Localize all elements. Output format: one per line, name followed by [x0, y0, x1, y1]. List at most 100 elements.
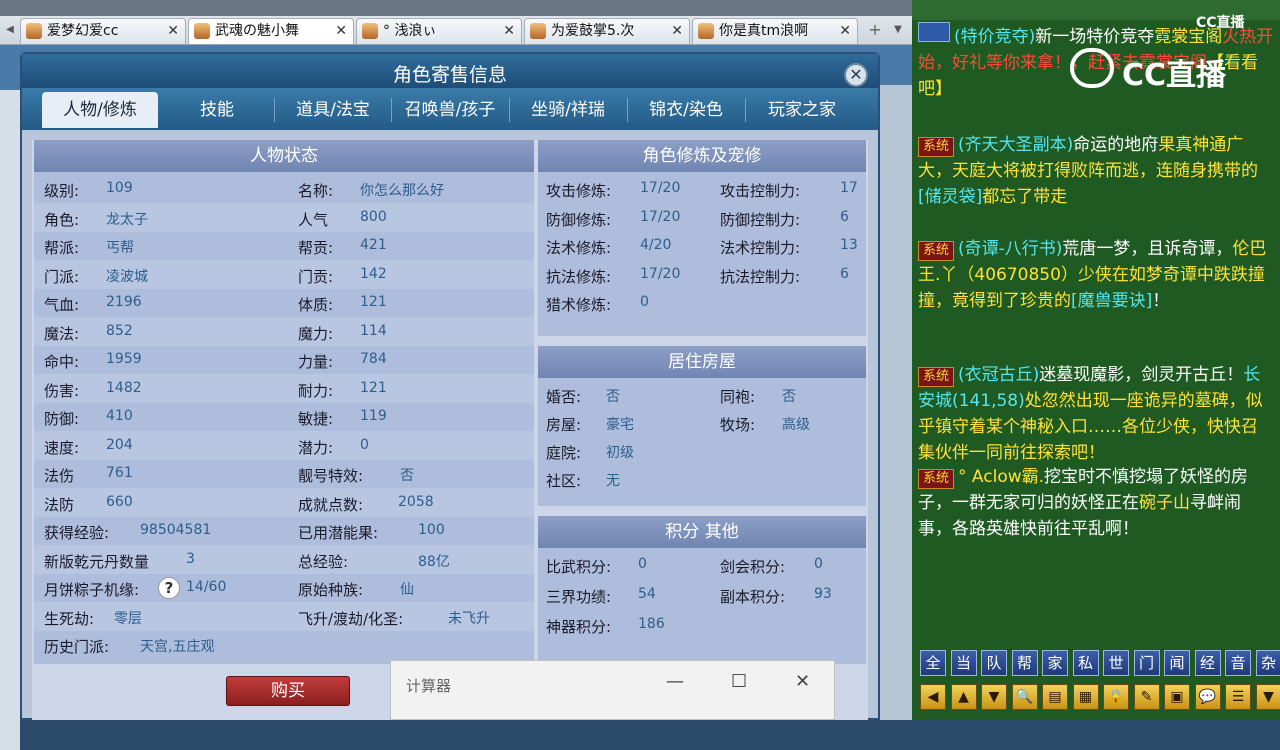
browser-tab-4[interactable]: 为爱鼓掌5.次 ✕ [524, 18, 690, 44]
info-value: 高级 [782, 414, 810, 434]
maximize-icon[interactable]: ☐ [731, 671, 747, 692]
chat-message: 系统° Aclow霸.挖宝时不慎挖塌了妖怪的房子，一群无家可归的妖怪正在碗子山寻… [918, 464, 1274, 542]
status-label: 气血: [44, 294, 79, 315]
info-label: 法术修炼: [546, 237, 611, 258]
tab-scroll-left-icon[interactable]: ◀ [2, 20, 18, 40]
dropdown-icon[interactable]: ▼ [1256, 684, 1280, 710]
chat-channel-button[interactable]: 门 [1134, 650, 1160, 676]
status-label: 敏捷: [298, 408, 333, 429]
status-value: 你怎么那么好 [360, 180, 444, 200]
chat-channel-button[interactable]: 当 [951, 650, 977, 676]
status-label: 级别: [44, 180, 79, 201]
status-value: 114 [360, 323, 387, 339]
chat-channel-button[interactable]: 闻 [1164, 650, 1190, 676]
chat-text: 新一场特价竞夺 [1035, 27, 1154, 47]
grid-icon[interactable]: ▦ [1073, 684, 1099, 710]
chat-channel-button[interactable]: 经 [1195, 650, 1221, 676]
cc-logo-icon [1070, 48, 1114, 88]
status-value: 88亿 [418, 551, 450, 571]
tab-list-dropdown-icon[interactable]: ▼ [890, 20, 906, 40]
tab-pets-children[interactable]: 召唤兽/孩子 [392, 92, 508, 128]
info-label: 牧场: [720, 414, 755, 435]
info-value: 6 [840, 209, 849, 225]
tab-close-icon[interactable]: ✕ [671, 19, 683, 43]
dialog-close-icon[interactable]: ✕ [844, 63, 868, 87]
arrow-up-icon[interactable]: ▲ [951, 684, 977, 710]
tab-separator [274, 98, 275, 122]
tab-close-icon[interactable]: ✕ [335, 19, 347, 43]
browser-tab-3[interactable]: ° 浅浪ぃ ✕ [356, 18, 522, 44]
chat-text: 命运的地府 [1073, 135, 1158, 155]
status-value: 未飞升 [448, 608, 490, 628]
info-value: 17/20 [640, 209, 680, 225]
chat-message: 系统(齐天大圣副本)命运的地府果真神通广大，天庭大将被打得败阵而逃，连随身携带的… [918, 132, 1274, 210]
help-icon[interactable]: ? [158, 577, 180, 599]
status-label: 伤害: [44, 380, 79, 401]
calculator-window[interactable]: 计算器 — ☐ ✕ [390, 660, 835, 720]
status-value: 零层 [114, 608, 142, 628]
arrow-down-icon[interactable]: ▼ [981, 684, 1007, 710]
tab-skills[interactable]: 技能 [162, 92, 272, 128]
tab-player-home[interactable]: 玩家之家 [746, 92, 858, 128]
chat-channel-button[interactable]: 队 [981, 650, 1007, 676]
browser-tab-5[interactable]: 你是真tm浪啊 ✕ [692, 18, 858, 44]
tab-character-cultivation[interactable]: 人物/修炼 [42, 92, 158, 128]
browser-tab-1[interactable]: 爱梦幻爱cc ✕ [20, 18, 186, 44]
status-value: 1959 [106, 351, 142, 367]
chat-channel-button[interactable]: 帮 [1012, 650, 1038, 676]
status-label: 法伤 [44, 465, 74, 486]
status-value: 109 [106, 180, 133, 196]
lock-icon[interactable]: 🔒 [1103, 684, 1129, 710]
chat-channel-button[interactable]: 全 [920, 650, 946, 676]
chat-message: 系统(衣冠古丘)迷墓现魔影，剑灵开古丘！长安城(141,58)处忽然出现一座诡异… [918, 362, 1274, 466]
status-value: 660 [106, 494, 133, 510]
info-value: 17/20 [640, 180, 680, 196]
tab-close-icon[interactable]: ✕ [167, 19, 179, 43]
tab-outfits-dye[interactable]: 锦衣/染色 [628, 92, 744, 128]
tab-close-icon[interactable]: ✕ [839, 19, 851, 43]
status-value: 98504581 [140, 522, 211, 538]
arrow-left-icon[interactable]: ◀ [920, 684, 946, 710]
chat-channel-button[interactable]: 私 [1073, 650, 1099, 676]
status-value: 0 [360, 437, 369, 453]
info-label: 庭院: [546, 442, 581, 463]
tab-favicon-icon [194, 23, 210, 39]
chat-channel-button[interactable]: 家 [1042, 650, 1068, 676]
browser-tab-label: 爱梦幻爱cc [47, 19, 118, 43]
info-value: 4/20 [640, 237, 671, 253]
bubble-icon[interactable]: 💬 [1195, 684, 1221, 710]
status-value: 3 [186, 551, 195, 567]
tab-items-treasures[interactable]: 道具/法宝 [276, 92, 390, 128]
chat-channel-button[interactable]: 杂 [1256, 650, 1280, 676]
status-label: 人气 [298, 209, 328, 230]
minimize-icon[interactable]: — [666, 671, 684, 692]
close-icon[interactable]: ✕ [795, 671, 810, 692]
status-label: 门贡: [298, 266, 333, 287]
tab-mounts[interactable]: 坐骑/祥瑞 [510, 92, 626, 128]
note-icon[interactable]: ▤ [1042, 684, 1068, 710]
info-value: 豪宅 [606, 414, 634, 434]
chat-channel-button[interactable]: 音 [1225, 650, 1251, 676]
browser-tab-label: ° 浅浪ぃ [383, 19, 436, 43]
pen-icon[interactable]: ✎ [1134, 684, 1160, 710]
status-value: 761 [106, 465, 133, 481]
info-value: 186 [638, 616, 665, 632]
chat-text: 碗子山 [1139, 493, 1190, 513]
browser-tab-2[interactable]: 武魂の魅小舞 ✕ [188, 18, 354, 44]
info-label: 猎术修炼: [546, 294, 611, 315]
menu-icon[interactable]: ☰ [1225, 684, 1251, 710]
buy-button[interactable]: 购买 [226, 676, 350, 706]
status-label: 法防 [44, 494, 74, 515]
new-tab-icon[interactable]: + [866, 20, 884, 40]
chat-text: 40670850 [974, 265, 1061, 285]
status-value: 否 [400, 465, 414, 485]
chat-channel-button[interactable]: 世 [1103, 650, 1129, 676]
search-icon[interactable]: 🔍 [1012, 684, 1038, 710]
cc-live-logo-small: CC直播 [1196, 12, 1245, 32]
status-label: 角色: [44, 209, 79, 230]
tab-close-icon[interactable]: ✕ [503, 19, 515, 43]
system-tag: 系统 [918, 137, 954, 157]
frame-icon[interactable]: ▣ [1164, 684, 1190, 710]
status-label: 月饼粽子机缘: [44, 579, 139, 600]
status-label: 魔力: [298, 323, 333, 344]
